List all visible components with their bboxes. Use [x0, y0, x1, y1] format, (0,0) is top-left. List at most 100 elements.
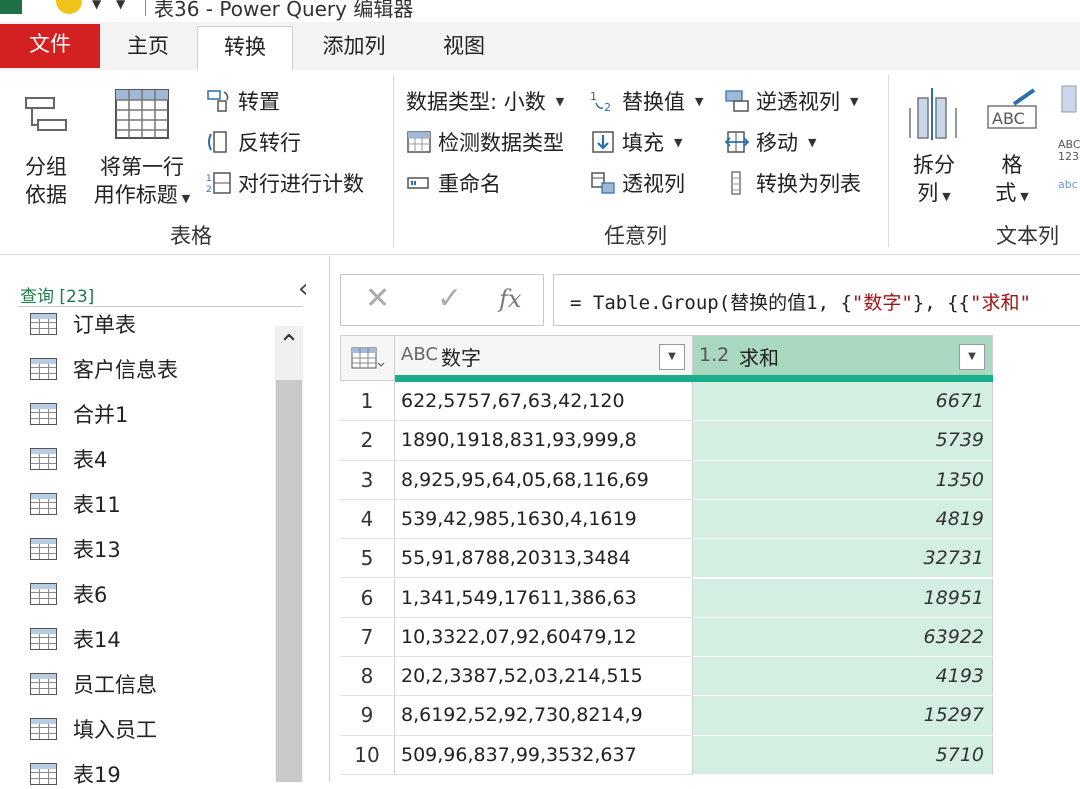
cell-digits[interactable]: 1890,1918,831,93,999,8: [395, 421, 693, 461]
tab-file[interactable]: 文件: [0, 24, 100, 68]
table-row[interactable]: 9 8,6192,52,92,730,8214,9 15297: [340, 696, 994, 736]
first-row-header-button[interactable]: 将第一行 用作标题 ▼: [86, 86, 198, 213]
detect-type-button[interactable]: 检测数据类型: [406, 127, 564, 157]
convert-to-list-icon: [731, 171, 741, 195]
query-item-label: 订单表: [73, 313, 136, 337]
filter-dropdown-icon[interactable]: ▼: [959, 344, 985, 370]
format-label-1: 格: [1001, 153, 1023, 177]
cancel-formula-icon[interactable]: ✕: [365, 281, 390, 316]
group-by-button[interactable]: 分组 依据: [8, 90, 84, 209]
formula-input[interactable]: = Table.Group(替换的值1, {"数字"}, {{"求和": [553, 274, 1080, 326]
group-label-table: 表格: [170, 224, 212, 248]
table-row[interactable]: 8 20,2,3387,52,03,214,515 4193: [340, 657, 994, 697]
fx-icon[interactable]: fx: [499, 285, 521, 313]
cell-sum[interactable]: 1350: [693, 460, 993, 500]
tab-add-column[interactable]: 添加列: [302, 26, 406, 70]
cell-sum[interactable]: 4193: [693, 657, 993, 697]
query-item-label: 表11: [73, 493, 121, 517]
table-row[interactable]: 6 1,341,549,17611,386,63 18951: [340, 578, 994, 618]
commit-formula-icon[interactable]: ✓: [437, 281, 462, 316]
query-item[interactable]: 合并1: [30, 399, 128, 429]
cell-digits[interactable]: 1,341,549,17611,386,63: [395, 578, 693, 618]
query-item[interactable]: 表19: [30, 759, 121, 789]
cell-sum[interactable]: 15297: [693, 696, 993, 736]
cell-sum[interactable]: 32731: [693, 539, 993, 579]
chevron-down-icon: ▼: [695, 94, 704, 108]
cell-digits[interactable]: 539,42,985,1630,4,1619: [395, 499, 693, 540]
filter-dropdown-icon[interactable]: ▼: [659, 344, 685, 370]
query-item-label: 表14: [73, 628, 121, 652]
table-row[interactable]: 3 8,925,95,64,05,68,116,69 1350: [340, 460, 994, 500]
move-button[interactable]: 移动 ▼: [724, 127, 816, 157]
text-type-icon[interactable]: ABC: [401, 344, 438, 365]
split-column-button[interactable]: 拆分 列 ▼: [896, 84, 972, 211]
cell-sum[interactable]: 6671: [693, 382, 993, 422]
format-button[interactable]: ABC 格 式 ▼: [978, 84, 1046, 211]
formula-bar-buttons: ✕ ✓ fx: [340, 274, 544, 326]
smiley-feedback-icon[interactable]: [56, 0, 82, 14]
cell-sum[interactable]: 63922: [693, 617, 993, 658]
table-row[interactable]: 10 509,96,837,99,3532,637 5710: [340, 735, 994, 775]
queries-header: 查询 [23]: [20, 287, 95, 307]
transpose-label: 转置: [238, 90, 280, 114]
cell-digits[interactable]: 8,6192,52,92,730,8214,9: [395, 696, 693, 736]
unpivot-columns-button[interactable]: 逆透视列 ▼: [724, 86, 858, 116]
query-item[interactable]: 客户信息表: [30, 354, 178, 384]
cell-sum[interactable]: 5710: [693, 735, 993, 775]
table-row[interactable]: 7 10,3322,07,92,60479,12 63922: [340, 617, 994, 658]
cell-sum[interactable]: 18951: [693, 578, 993, 618]
collapse-pane-icon[interactable]: ‹: [298, 274, 308, 304]
query-item[interactable]: 员工信息: [30, 669, 157, 699]
table-row[interactable]: 2 1890,1918,831,93,999,8 5739: [340, 421, 994, 461]
query-item[interactable]: 订单表: [30, 309, 136, 339]
row-number: 7: [340, 617, 395, 658]
cell-sum[interactable]: 5739: [693, 421, 993, 461]
table-row[interactable]: 5 55,91,8788,20313,3484 32731: [340, 539, 994, 579]
reverse-rows-button[interactable]: 反转行: [206, 127, 301, 157]
row-number: 4: [340, 499, 395, 540]
extract-text-icon[interactable]: ABC 123 abc: [1056, 84, 1080, 194]
cell-digits[interactable]: 509,96,837,99,3532,637: [395, 735, 693, 775]
group-label-any-column: 任意列: [604, 224, 667, 248]
query-item[interactable]: 表11: [30, 489, 121, 519]
query-item[interactable]: 表13: [30, 534, 121, 564]
table-menu-button[interactable]: [340, 335, 395, 381]
detect-type-icon: [407, 131, 431, 153]
table-row[interactable]: 4 539,42,985,1630,4,1619 4819: [340, 499, 994, 540]
scrollbar-thumb[interactable]: [276, 380, 302, 782]
cell-sum[interactable]: 4819: [693, 499, 993, 540]
cell-digits[interactable]: 20,2,3387,52,03,214,515: [395, 657, 693, 697]
cell-digits[interactable]: 8,925,95,64,05,68,116,69: [395, 460, 693, 500]
data-type-dropdown[interactable]: 数据类型: 小数 ▼: [406, 86, 564, 116]
chevron-down-icon: ▼: [942, 190, 951, 203]
query-item-label: 填入员工: [73, 718, 157, 742]
chevron-down-icon: ▼: [674, 135, 683, 149]
decimal-type-icon[interactable]: 1.2: [699, 344, 729, 366]
tab-transform[interactable]: 转换: [197, 26, 293, 71]
query-item[interactable]: 表6: [30, 579, 107, 609]
cell-digits[interactable]: 55,91,8788,20313,3484: [395, 539, 693, 579]
table-row[interactable]: 1 622,5757,67,63,42,120 6671: [340, 382, 994, 422]
transpose-button[interactable]: 转置: [206, 86, 280, 116]
rename-button[interactable]: 重命名: [406, 168, 501, 198]
scroll-up-icon[interactable]: ⌃: [275, 330, 303, 360]
qat-customize-icon[interactable]: ▼: [116, 0, 125, 11]
table-icon: [30, 673, 57, 695]
query-item[interactable]: 表4: [30, 444, 107, 474]
qat-dropdown-icon[interactable]: ▼: [92, 0, 101, 11]
convert-to-list-button[interactable]: 转换为列表: [724, 168, 861, 198]
chevron-down-icon: ▼: [181, 192, 191, 205]
tab-view[interactable]: 视图: [424, 26, 504, 70]
pivot-column-button[interactable]: 透视列: [590, 168, 685, 198]
query-item[interactable]: 填入员工: [30, 714, 157, 744]
table-icon: [30, 718, 57, 740]
fill-button[interactable]: 填充 ▼: [590, 127, 682, 157]
count-rows-button[interactable]: 12 对行进行计数: [206, 168, 364, 198]
svg-text:1: 1: [590, 90, 597, 103]
query-item[interactable]: 表14: [30, 624, 121, 654]
replace-values-button[interactable]: 12 替换值 ▼: [590, 86, 703, 116]
cell-digits[interactable]: 10,3322,07,92,60479,12: [395, 617, 693, 658]
cell-digits[interactable]: 622,5757,67,63,42,120: [395, 382, 693, 422]
tab-home[interactable]: 主页: [104, 26, 192, 70]
detect-type-label: 检测数据类型: [438, 131, 564, 155]
